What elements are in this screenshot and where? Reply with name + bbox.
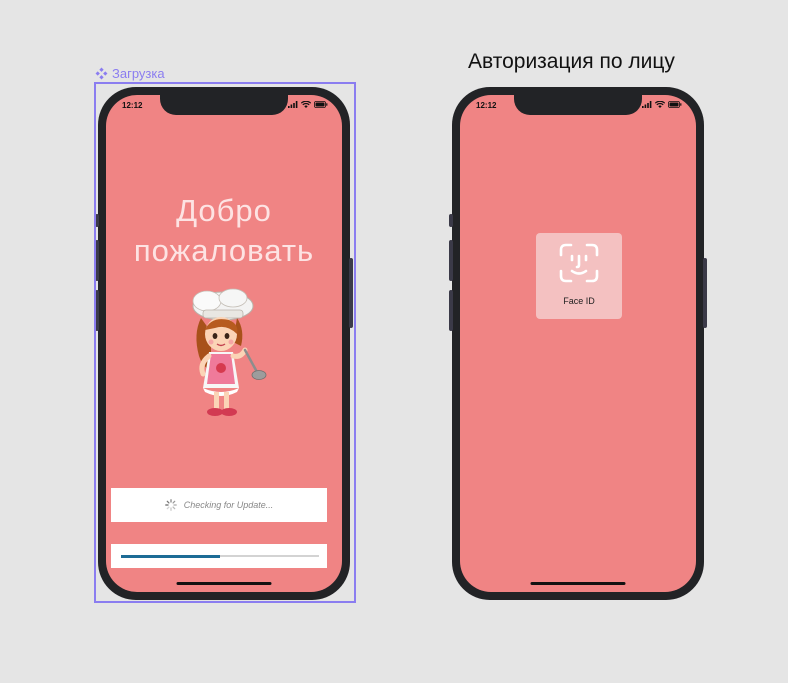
status-icons <box>642 101 682 108</box>
status-time: 12:12 <box>476 101 497 110</box>
frame-label-loading[interactable]: Загрузка <box>95 66 165 81</box>
design-canvas: Загрузка Авторизация по лицу 12:12 Добро… <box>0 0 788 683</box>
mute-switch <box>449 214 453 227</box>
face-id-button[interactable]: Face ID <box>536 233 622 319</box>
volume-up-button <box>449 240 453 281</box>
phone-face-auth[interactable]: 12:12 Face ID <box>449 87 707 600</box>
home-indicator[interactable] <box>530 582 626 585</box>
selection-outline <box>94 82 356 603</box>
frame-title-face-auth[interactable]: Авторизация по лицу <box>468 50 675 74</box>
wifi-icon <box>655 101 665 108</box>
frame-label-text: Загрузка <box>112 66 165 81</box>
face-auth-screen: 12:12 Face ID <box>460 95 696 592</box>
power-button <box>703 258 707 328</box>
face-id-label: Face ID <box>563 296 595 306</box>
signal-icon <box>642 101 652 108</box>
notch <box>514 95 642 115</box>
volume-down-button <box>449 290 453 331</box>
component-icon <box>95 67 108 80</box>
face-id-icon <box>559 243 599 283</box>
battery-icon <box>668 101 682 108</box>
